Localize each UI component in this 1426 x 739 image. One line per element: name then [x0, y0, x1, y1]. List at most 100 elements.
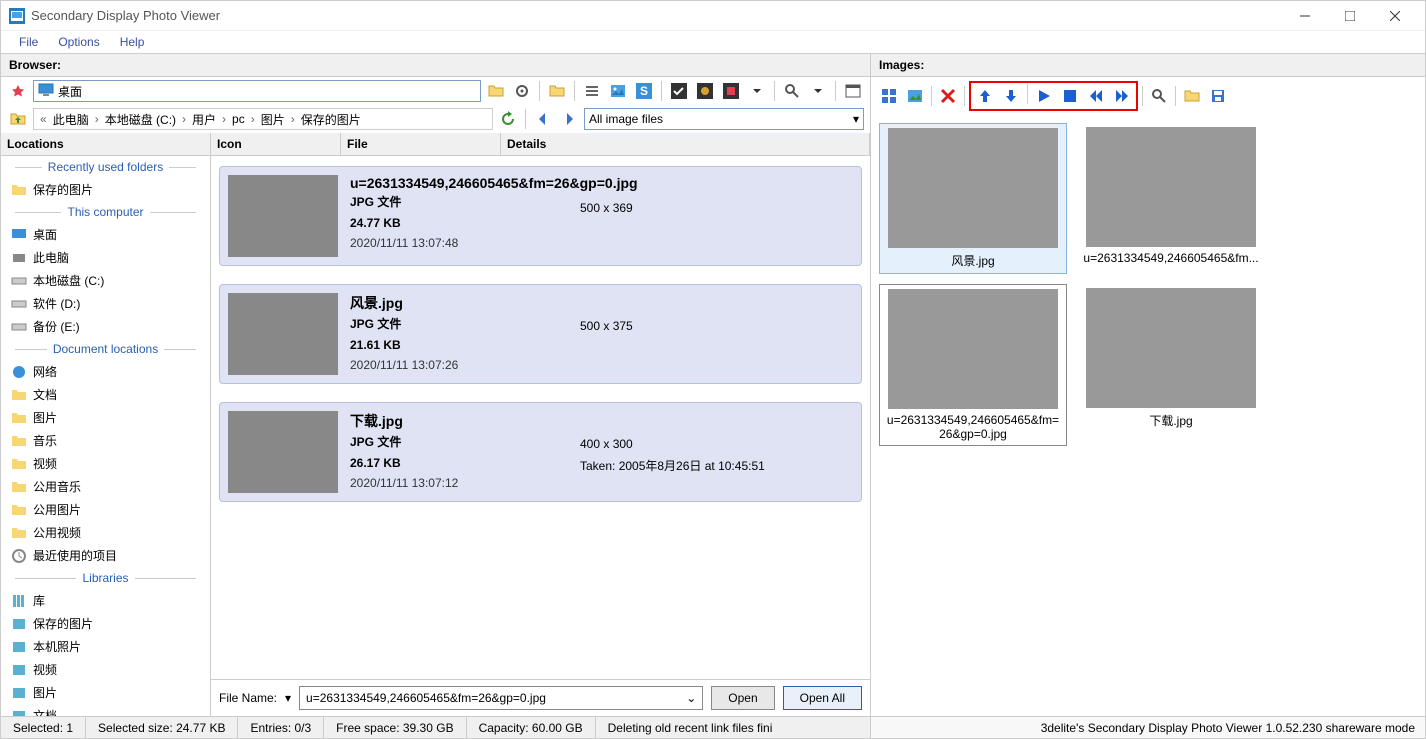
drive-icon [11, 296, 27, 312]
thumb-label: u=2631334549,246605465&fm=26&gp=0.jpg [884, 413, 1062, 441]
chevron-down-icon: ▾ [853, 112, 859, 126]
crumb-1[interactable]: 本地磁盘 (C:) [103, 111, 178, 128]
folder-icon[interactable] [546, 80, 568, 102]
zoom-icon[interactable] [1147, 84, 1171, 108]
menubar: File Options Help [1, 31, 1425, 53]
menu-options[interactable]: Options [48, 33, 109, 51]
breadcrumb-bar[interactable]: « 此电脑 › 本地磁盘 (C:) › 用户 › pc › 图片 › 保存的图片 [33, 108, 493, 130]
loc-item[interactable]: 最近使用的项目 [1, 544, 210, 567]
move-down-icon[interactable] [999, 84, 1023, 108]
col-file[interactable]: File [341, 133, 501, 155]
loc-item[interactable]: 文档 [1, 704, 210, 716]
browser-body: Locations Recently used folders 保存的图片 Th… [1, 133, 870, 716]
filter-combo[interactable]: All image files ▾ [584, 108, 864, 130]
refresh-icon[interactable] [497, 108, 519, 130]
loc-item[interactable]: 软件 (D:) [1, 292, 210, 315]
gears-icon[interactable] [511, 80, 533, 102]
loc-item[interactable]: 桌面 [1, 223, 210, 246]
section-computer: This computer [1, 201, 210, 223]
file-row[interactable]: 风景.jpg JPG 文件 21.61 KB 2020/11/11 13:07:… [219, 284, 862, 384]
file-row[interactable]: 下载.jpg JPG 文件 26.17 KB 2020/11/11 13:07:… [219, 402, 862, 502]
folder-open-icon[interactable] [485, 80, 507, 102]
folder-up-icon[interactable] [7, 108, 29, 130]
path-input[interactable]: 桌面 [33, 80, 481, 102]
next-icon[interactable] [1110, 84, 1134, 108]
loc-item[interactable]: 公用图片 [1, 498, 210, 521]
move-up-icon[interactable] [973, 84, 997, 108]
delete-icon[interactable] [936, 84, 960, 108]
crumb-3[interactable]: pc [230, 112, 247, 126]
loc-item[interactable]: 音乐 [1, 429, 210, 452]
loc-item[interactable]: 本地磁盘 (C:) [1, 269, 210, 292]
maximize-button[interactable] [1327, 2, 1372, 30]
single-view-icon[interactable] [903, 84, 927, 108]
loc-item[interactable]: 视频 [1, 452, 210, 475]
folder-icon [11, 456, 27, 472]
loc-item[interactable]: 图片 [1, 681, 210, 704]
loc-item[interactable]: 本机照片 [1, 635, 210, 658]
loc-item[interactable]: 视频 [1, 658, 210, 681]
list-view-icon[interactable] [581, 80, 603, 102]
loc-item[interactable]: 图片 [1, 406, 210, 429]
search-dropdown-icon[interactable] [807, 80, 829, 102]
file-row[interactable]: u=2631334549,246605465&fm=26&gp=0.jpg JP… [219, 166, 862, 266]
file-type: JPG 文件 [350, 193, 550, 210]
prev-icon[interactable] [1084, 84, 1108, 108]
favorite-icon[interactable] [7, 80, 29, 102]
crumb-2[interactable]: 用户 [190, 111, 218, 128]
thumb-item[interactable]: 风景.jpg [879, 123, 1067, 274]
back-icon[interactable] [532, 108, 554, 130]
thumb-item[interactable]: u=2631334549,246605465&fm=26&gp=0.jpg [879, 284, 1067, 446]
menu-file[interactable]: File [9, 33, 48, 51]
save-icon[interactable] [1206, 84, 1230, 108]
dark-tool3-icon[interactable] [720, 80, 742, 102]
dropdown-icon[interactable] [746, 80, 768, 102]
loc-item[interactable]: 文档 [1, 383, 210, 406]
forward-icon[interactable] [558, 108, 580, 130]
folder-icon [11, 387, 27, 403]
titlebar: Secondary Display Photo Viewer [1, 1, 1425, 31]
stop-icon[interactable] [1058, 84, 1082, 108]
thumb-label: 风景.jpg [951, 252, 994, 269]
loc-item[interactable]: 公用视频 [1, 521, 210, 544]
close-button[interactable] [1372, 2, 1417, 30]
play-icon[interactable] [1032, 84, 1056, 108]
file-taken: Taken: 2005年8月26日 at 10:45:51 [580, 457, 765, 474]
loc-item[interactable]: 保存的图片 [1, 178, 210, 201]
crumb-0[interactable]: 此电脑 [51, 111, 91, 128]
dark-tool2-icon[interactable] [694, 80, 716, 102]
window-icon[interactable] [842, 80, 864, 102]
grid-view-icon[interactable] [877, 84, 901, 108]
s-icon[interactable]: S [633, 80, 655, 102]
loc-item[interactable]: 网络 [1, 360, 210, 383]
crumb-4[interactable]: 图片 [259, 111, 287, 128]
open-all-button[interactable]: Open All [783, 686, 862, 710]
footer-text: 3delite's Secondary Display Photo Viewer… [1041, 721, 1415, 735]
col-details[interactable]: Details [501, 133, 870, 155]
search-icon[interactable] [781, 80, 803, 102]
status-entries: Entries: 0/3 [238, 717, 324, 738]
col-icon[interactable]: Icon [211, 133, 341, 155]
thumb-label: 下载.jpg [1149, 412, 1192, 429]
folder-open2-icon[interactable] [1180, 84, 1204, 108]
thumb-image [888, 289, 1058, 409]
thumb-item[interactable]: 下载.jpg [1077, 284, 1265, 446]
filename-history-icon[interactable]: ▾ [285, 691, 291, 705]
loc-item[interactable]: 库 [1, 589, 210, 612]
loc-item[interactable]: 此电脑 [1, 246, 210, 269]
minimize-button[interactable] [1282, 2, 1327, 30]
filename-input[interactable]: u=2631334549,246605465&fm=26&gp=0.jpg ⌄ [299, 686, 703, 710]
status-capacity: Capacity: 60.00 GB [467, 717, 596, 738]
path-row: 桌面 S [1, 77, 870, 105]
crumb-5[interactable]: 保存的图片 [299, 111, 363, 128]
loc-item[interactable]: 公用音乐 [1, 475, 210, 498]
dark-tool1-icon[interactable] [668, 80, 690, 102]
folder-icon [11, 525, 27, 541]
loc-item[interactable]: 保存的图片 [1, 612, 210, 635]
thumb-item[interactable]: u=2631334549,246605465&fm... [1077, 123, 1265, 274]
thumbs-area: 风景.jpg u=2631334549,246605465&fm... u=26… [871, 115, 1425, 716]
open-button[interactable]: Open [711, 686, 774, 710]
loc-item[interactable]: 备份 (E:) [1, 315, 210, 338]
image-view-icon[interactable] [607, 80, 629, 102]
menu-help[interactable]: Help [110, 33, 155, 51]
